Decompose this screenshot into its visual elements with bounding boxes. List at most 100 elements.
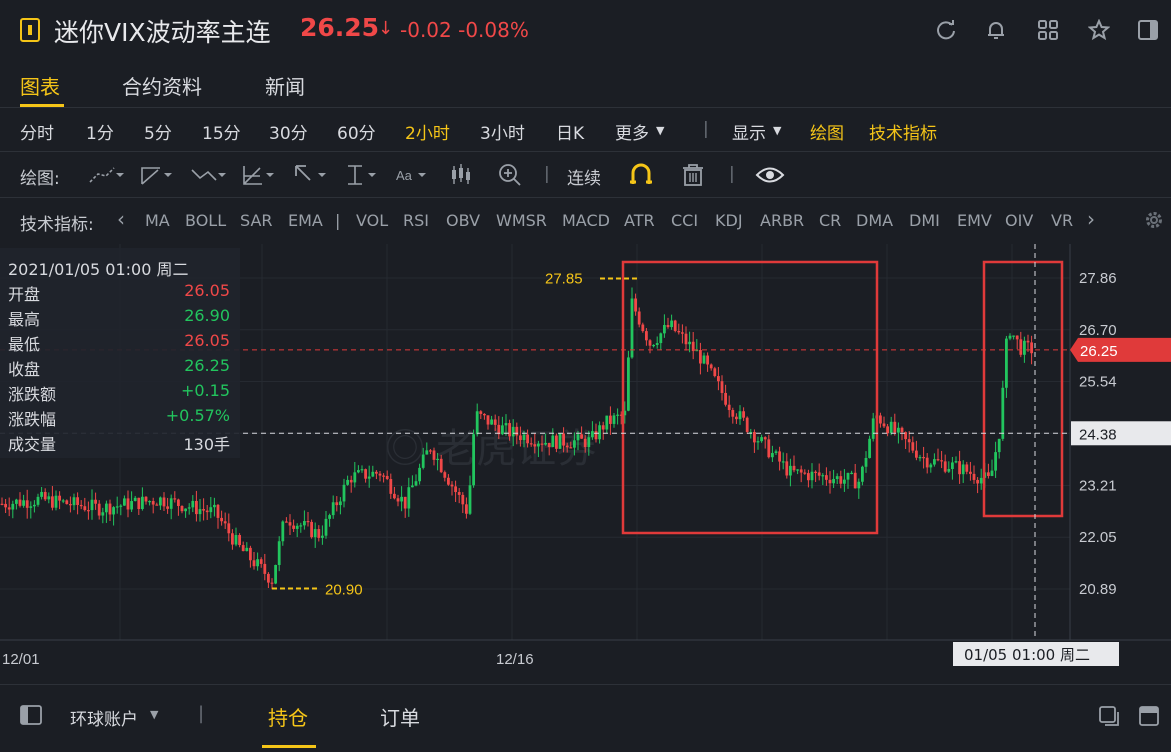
candle-body — [22, 500, 25, 506]
candlestick-icon[interactable] — [448, 162, 484, 188]
account-selector[interactable]: 环球账户 — [70, 705, 138, 730]
indicator-vol[interactable]: VOL — [356, 211, 388, 230]
candle-body — [180, 505, 184, 512]
candle-body — [126, 498, 130, 510]
candle-body — [778, 451, 781, 462]
indicator-macd[interactable]: MACD — [562, 211, 610, 230]
info-label: 收盘 — [8, 360, 41, 379]
chevron-right-icon[interactable]: › — [1087, 207, 1095, 231]
indicator-obv[interactable]: OBV — [446, 211, 480, 230]
candle-body — [241, 545, 245, 552]
candle-body — [393, 493, 396, 499]
info-value: +0.15 — [180, 381, 230, 400]
indicator-cci[interactable]: CCI — [671, 211, 698, 230]
last-price: 26.25 — [300, 13, 380, 42]
eye-icon[interactable] — [755, 162, 791, 188]
zoom-icon[interactable] — [497, 162, 533, 188]
candle-body — [115, 506, 119, 508]
vertical-line-icon[interactable] — [344, 162, 380, 188]
indicator-arbr[interactable]: ARBR — [760, 211, 804, 230]
candle-body — [1005, 338, 1008, 388]
continuous-toggle[interactable]: 连续 — [567, 164, 601, 189]
candle-body — [731, 410, 735, 417]
highlight-box — [621, 260, 879, 535]
candle-body — [803, 472, 807, 474]
candle-body — [353, 472, 357, 483]
indicator-sar[interactable]: SAR — [240, 211, 273, 230]
trash-icon[interactable] — [680, 162, 716, 188]
chevron-down-icon[interactable]: ▼ — [656, 124, 664, 137]
candle-body — [591, 431, 594, 438]
indicator-cr[interactable]: CR — [819, 211, 841, 230]
ray-line-icon[interactable] — [138, 162, 174, 188]
period-more[interactable]: 更多 — [615, 119, 649, 144]
popout-icon[interactable] — [1098, 705, 1120, 731]
tab-chart[interactable]: 图表 — [20, 71, 60, 100]
separator: | — [729, 164, 735, 184]
panel-toggle-icon[interactable] — [20, 705, 42, 729]
candle-body — [281, 521, 285, 542]
period-60m[interactable]: 60分 — [337, 119, 376, 144]
chevron-left-icon[interactable]: ‹ — [117, 207, 125, 231]
candle-body — [1008, 335, 1012, 339]
display-menu[interactable]: 显示 — [732, 119, 766, 144]
indicator-vr[interactable]: VR — [1051, 211, 1073, 230]
period-3h[interactable]: 3小时 — [480, 119, 525, 144]
indicator-dmi[interactable]: DMI — [909, 211, 940, 230]
tab-orders[interactable]: 订单 — [380, 702, 420, 731]
tab-positions[interactable]: 持仓 — [268, 702, 308, 731]
maximize-icon[interactable] — [1138, 705, 1160, 731]
indicator-wmsr[interactable]: WMSR — [496, 211, 547, 230]
indicator-dma[interactable]: DMA — [856, 211, 893, 230]
fibonacci-icon[interactable] — [240, 162, 276, 188]
indicator-boll[interactable]: BOLL — [185, 211, 226, 230]
y-tick-label: 27.86 — [1079, 270, 1117, 287]
candle-body — [411, 485, 414, 488]
chevron-down-icon[interactable]: ▼ — [773, 124, 781, 137]
settings-gear-icon[interactable] — [1144, 210, 1164, 234]
trend-line-icon[interactable] — [86, 162, 124, 188]
y-tick-label: 26.70 — [1079, 322, 1117, 339]
candle-body — [439, 458, 443, 473]
period-2h[interactable]: 2小时 — [405, 119, 450, 144]
indicator-atr[interactable]: ATR — [624, 211, 655, 230]
indicator-ema[interactable]: EMA — [288, 211, 323, 230]
text-tool-icon[interactable]: Aa — [394, 162, 430, 188]
period-daily[interactable]: 日K — [556, 119, 584, 144]
period-30m[interactable]: 30分 — [269, 119, 308, 144]
indicator-ma[interactable]: MA — [145, 211, 170, 230]
period-5m[interactable]: 5分 — [144, 119, 172, 144]
candle-body — [29, 506, 33, 508]
period-intraday[interactable]: 分时 — [20, 119, 54, 144]
candle-body — [882, 423, 886, 427]
period-1m[interactable]: 1分 — [86, 119, 114, 144]
candle-body — [202, 509, 205, 511]
zigzag-line-icon[interactable] — [190, 162, 226, 188]
refresh-icon[interactable] — [932, 16, 960, 44]
star-icon[interactable] — [1085, 16, 1113, 44]
chevron-down-icon[interactable]: ▼ — [150, 708, 158, 721]
magnet-icon[interactable] — [628, 162, 664, 188]
tab-news[interactable]: 新闻 — [265, 71, 305, 100]
grid-icon[interactable] — [1034, 16, 1062, 44]
candle-body — [540, 443, 544, 445]
indicator-rsi[interactable]: RSI — [403, 211, 429, 230]
indicators-toggle[interactable]: 技术指标 — [869, 119, 937, 144]
active-tab-indicator — [262, 745, 316, 748]
info-label: 涨跌幅 — [8, 410, 57, 429]
arrow-tool-icon[interactable] — [292, 162, 328, 188]
bell-icon[interactable] — [982, 16, 1010, 44]
sidebar-icon[interactable] — [1134, 16, 1162, 44]
candle-body — [954, 461, 958, 463]
candle-body — [817, 472, 821, 476]
tab-contract-info[interactable]: 合约资料 — [122, 71, 202, 100]
candle-body — [789, 465, 792, 476]
period-15m[interactable]: 15分 — [202, 119, 241, 144]
indicator-emv[interactable]: EMV — [957, 211, 992, 230]
candle-body — [432, 450, 436, 460]
candle-body — [137, 497, 141, 509]
drawing-toggle[interactable]: 绘图 — [810, 119, 844, 144]
indicator-oiv[interactable]: OIV — [1005, 211, 1033, 230]
candle-body — [828, 479, 832, 484]
indicator-kdj[interactable]: KDJ — [715, 211, 743, 230]
